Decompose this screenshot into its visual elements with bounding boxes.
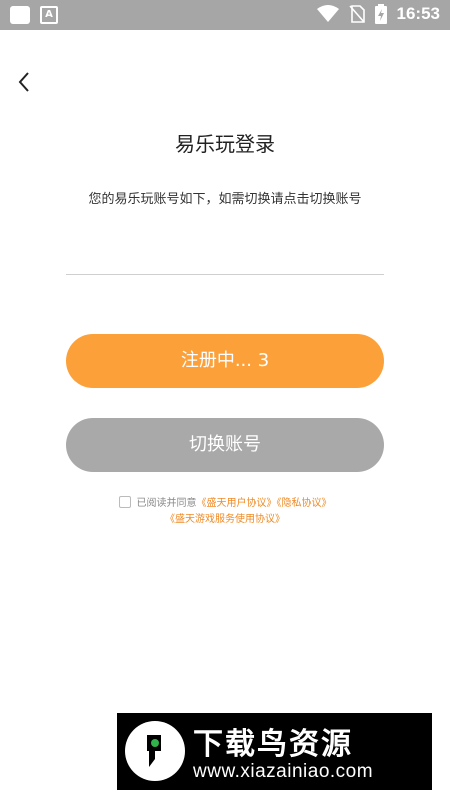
status-bar: A 16:53: [0, 0, 450, 30]
switch-account-button[interactable]: 切换账号: [66, 418, 384, 472]
agreement-prefix: 已阅读并同意: [136, 498, 197, 509]
back-button[interactable]: [14, 70, 38, 94]
chevron-left-icon: [18, 72, 29, 92]
battery-charging-icon: [374, 4, 387, 24]
account-field: [66, 236, 388, 276]
no-sim-icon: [348, 5, 365, 23]
agreement-checkbox[interactable]: [118, 496, 131, 508]
page-title: 易乐玩登录: [175, 132, 275, 156]
watermark-url: www.xiazainiao.com: [193, 761, 374, 782]
bird-logo-icon: [125, 721, 185, 781]
service-agreement-link[interactable]: 《盛天游戏服务使用协议》: [165, 514, 285, 525]
status-time: 16:53: [396, 4, 440, 23]
app-square-icon: [10, 6, 30, 24]
user-agreement-link[interactable]: 《盛天用户协议》: [197, 498, 277, 509]
watermark: 下载鸟资源 www.xiazainiao.com: [117, 713, 432, 790]
agreement-block: 已阅读并同意《盛天用户协议》《隐私协议》 《盛天游戏服务使用协议》: [0, 496, 450, 528]
watermark-title: 下载鸟资源: [193, 727, 353, 762]
register-button[interactable]: 注册中... 3: [66, 334, 384, 388]
a-notification-icon: A: [40, 6, 58, 24]
status-bar-left: A: [10, 6, 58, 24]
agreement-line-2: 《盛天游戏服务使用协议》: [0, 512, 450, 528]
status-bar-right: 16:53: [316, 4, 440, 24]
agreement-line-1: 已阅读并同意《盛天用户协议》《隐私协议》: [0, 496, 450, 512]
privacy-agreement-link[interactable]: 《隐私协议》: [277, 498, 332, 509]
page-subtitle: 您的易乐玩账号如下，如需切换请点击切换账号: [88, 192, 362, 207]
wifi-icon: [316, 5, 339, 22]
account-input[interactable]: [66, 236, 388, 276]
